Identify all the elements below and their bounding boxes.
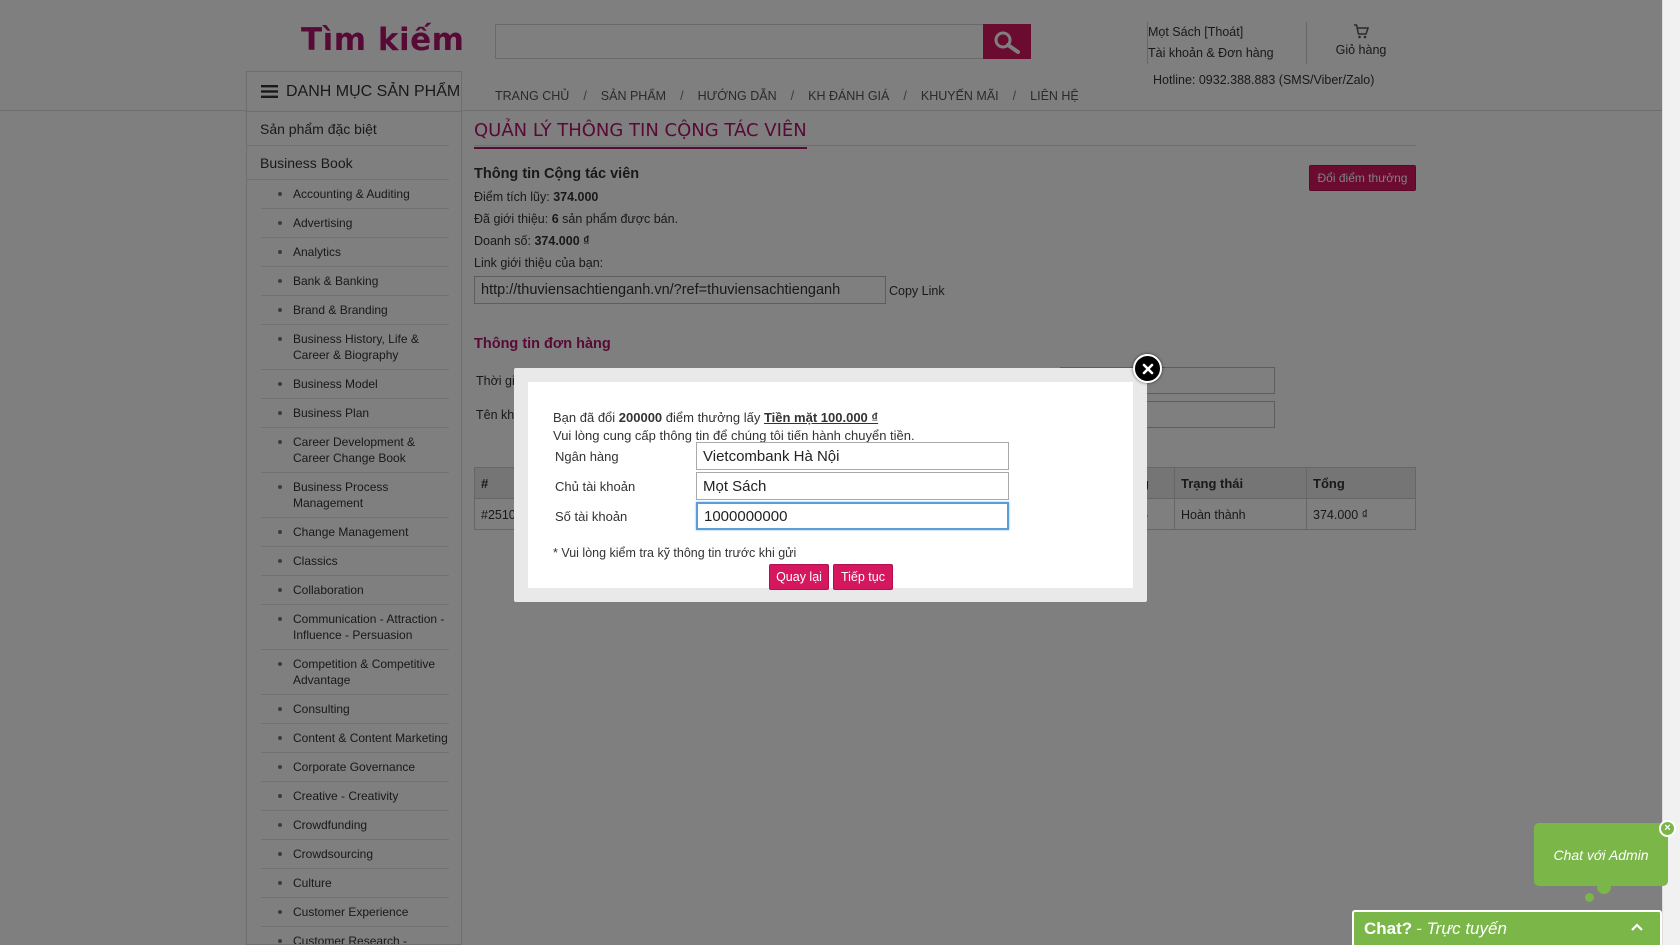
back-button[interactable]: Quay lại (769, 564, 829, 590)
chat-bubble-tail (1597, 880, 1611, 894)
bank-label: Ngân hàng (555, 449, 619, 464)
account-number-label: Số tài khoản (555, 509, 628, 524)
chat-admin-bubble[interactable]: Chat với Admin (1534, 823, 1668, 886)
modal-message: Bạn đã đổi 200000 điểm thưởng lấy Tiền m… (553, 409, 915, 445)
chat-bar[interactable]: Chat? - Trực tuyến (1352, 910, 1662, 945)
page-scrollbar[interactable] (1662, 0, 1680, 945)
msg-points: 200000 (618, 410, 663, 425)
close-icon (1142, 363, 1153, 374)
bank-input[interactable] (696, 442, 1009, 470)
chevron-up-icon (1631, 923, 1643, 931)
msg-cash: Tiền mặt 100.000 ₫ (763, 410, 879, 425)
modal-close-button[interactable] (1133, 354, 1162, 383)
account-number-input[interactable] (696, 502, 1009, 530)
chat-bar-status: - Trực tuyến (1416, 918, 1507, 938)
msg-middle: điểm thưởng lấy (662, 410, 764, 425)
holder-input[interactable] (696, 472, 1009, 500)
continue-button[interactable]: Tiếp tục (833, 564, 893, 590)
redeem-modal: Bạn đã đổi 200000 điểm thưởng lấy Tiền m… (514, 368, 1147, 602)
holder-label: Chủ tài khoản (555, 479, 636, 494)
modal-body: Bạn đã đổi 200000 điểm thưởng lấy Tiền m… (528, 382, 1133, 590)
modal-note: * Vui lòng kiểm tra kỹ thông tin trước k… (553, 546, 797, 560)
modal-message-line1: Bạn đã đổi 200000 điểm thưởng lấy Tiền m… (553, 409, 915, 427)
msg-prefix: Bạn đã đổi (553, 410, 619, 425)
chat-bar-label: Chat? (1364, 918, 1413, 938)
chat-bubble-tail (1585, 893, 1594, 902)
chat-bubble-close-icon[interactable]: × (1659, 820, 1676, 837)
